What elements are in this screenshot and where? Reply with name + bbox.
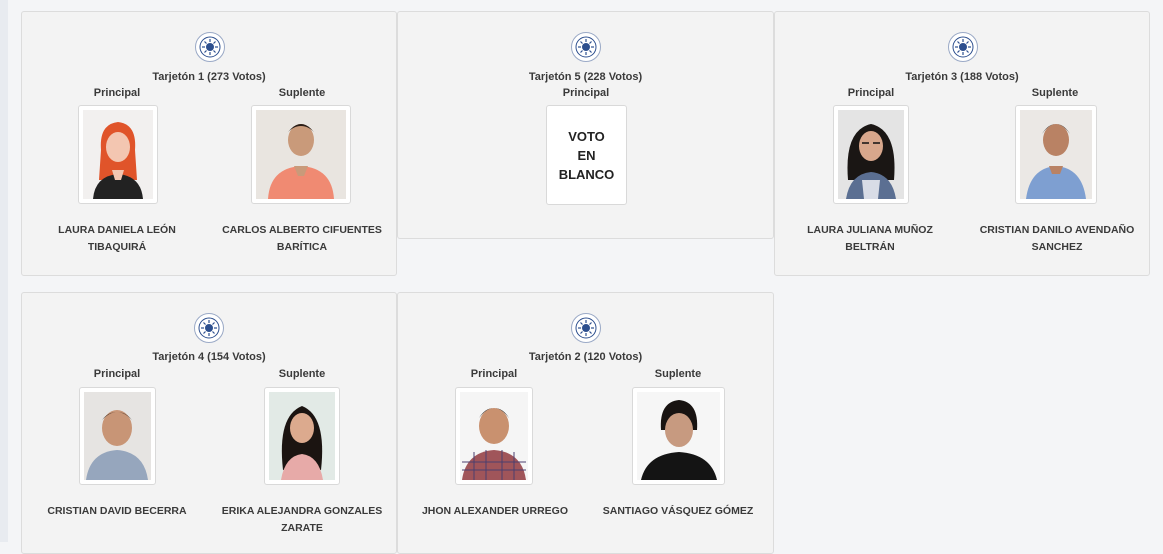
- principal-photo: [455, 387, 533, 485]
- principal-photo: [78, 105, 158, 204]
- principal-photo: [79, 387, 156, 485]
- ballot-card-1: Tarjetón 1 (273 Votos) Principal Suplent…: [21, 11, 397, 276]
- principal-label: Principal: [93, 87, 141, 99]
- suplente-name: CRISTIAN DANILO AVENDAÑO SANCHEZ: [979, 224, 1135, 253]
- principal-photo: [833, 105, 909, 204]
- ballot-title: Tarjetón 5 (228 Votos): [528, 71, 643, 83]
- ballot-card-5: Tarjetón 5 (228 Votos) Principal VOTO EN…: [397, 11, 774, 239]
- page-left-strip: [0, 0, 8, 542]
- university-seal-icon: [195, 32, 225, 62]
- ballot-title: Tarjetón 2 (120 Votos): [528, 351, 643, 363]
- ballot-title: Tarjetón 4 (154 Votos): [152, 351, 266, 363]
- ballot-title: Tarjetón 3 (188 Votos): [905, 71, 1019, 83]
- suplente-photo: [251, 105, 351, 204]
- suplente-name: CARLOS ALBERTO CIFUENTES BARÍTICA: [222, 224, 382, 253]
- principal-label: Principal: [93, 368, 141, 380]
- principal-name: LAURA JULIANA MUÑOZ BELTRÁN: [807, 224, 933, 253]
- principal-label: Principal: [470, 368, 518, 380]
- principal-name: JHON ALEXANDER URREGO: [421, 505, 569, 517]
- suplente-label: Suplente: [654, 368, 702, 380]
- university-seal-icon: [571, 313, 601, 343]
- ballot-card-2: Tarjetón 2 (120 Votos) Principal Suplent…: [397, 292, 774, 554]
- ballot-card-4: Tarjetón 4 (154 Votos) Principal Suplent…: [21, 292, 397, 554]
- suplente-name: SANTIAGO VÁSQUEZ GÓMEZ: [602, 505, 754, 517]
- principal-label: Principal: [562, 87, 610, 99]
- principal-name: LAURA DANIELA LEÓN TIBAQUIRÁ: [58, 224, 176, 253]
- university-seal-icon: [194, 313, 224, 343]
- suplente-photo: [264, 387, 340, 485]
- university-seal-icon: [571, 32, 601, 62]
- suplente-photo: [632, 387, 725, 485]
- university-seal-icon: [948, 32, 978, 62]
- principal-name: CRISTIAN DAVID BECERRA: [47, 505, 187, 517]
- suplente-name: ERIKA ALEJANDRA GONZALES ZARATE: [221, 505, 383, 534]
- principal-label: Principal: [847, 87, 895, 99]
- suplente-label: Suplente: [278, 368, 326, 380]
- suplente-photo: [1015, 105, 1097, 204]
- suplente-label: Suplente: [1031, 87, 1079, 99]
- suplente-label: Suplente: [278, 87, 326, 99]
- ballot-title: Tarjetón 1 (273 Votos): [152, 71, 266, 83]
- ballot-card-3: Tarjetón 3 (188 Votos) Principal Suplent…: [774, 11, 1150, 276]
- blank-vote-box: VOTO EN BLANCO: [546, 105, 627, 205]
